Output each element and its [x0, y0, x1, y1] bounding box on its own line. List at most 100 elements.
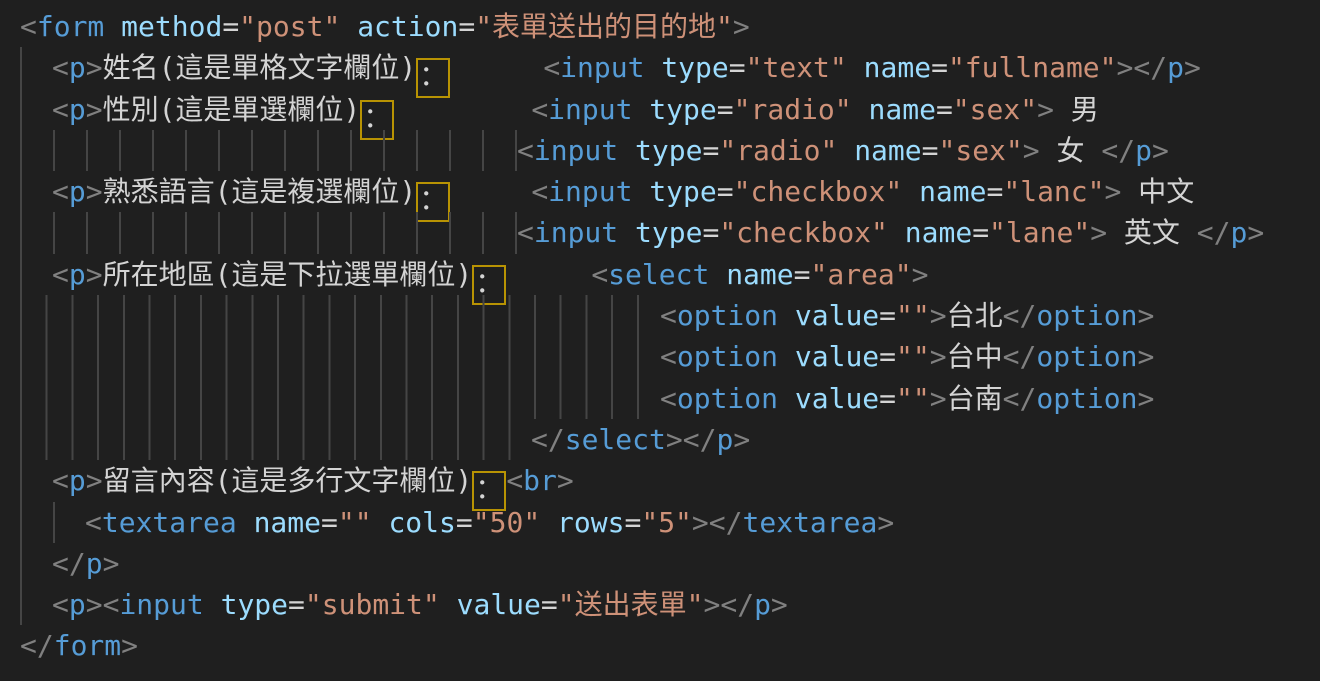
code-token-punct: > — [86, 175, 103, 208]
indent-guides — [20, 212, 517, 253]
code-token-text — [237, 506, 254, 539]
code-token-punct: > — [1138, 382, 1155, 415]
code-token-tag: input — [548, 175, 632, 208]
code-token-eq: = — [987, 175, 1004, 208]
code-token-punct: < — [660, 340, 677, 373]
code-token-punct: < — [506, 464, 523, 497]
code-token-punct: > — [1138, 299, 1155, 332]
code-token-eq: = — [702, 134, 719, 167]
code-token-eq: = — [222, 10, 239, 43]
code-token-punct: > — [1247, 216, 1264, 249]
code-token-punct: < — [52, 464, 69, 497]
code-token-punct: </ — [20, 629, 54, 662]
code-line: <p>留言內容(這是多行文字欄位)：<br> — [20, 460, 1320, 501]
code-token-tag: option — [677, 382, 778, 415]
code-token-tag: p — [1167, 51, 1184, 84]
code-token-str: "50" — [473, 506, 540, 539]
code-token-eq: = — [931, 51, 948, 84]
code-line: <p>姓名(這是單格文字欄位)：<input type="text" name=… — [20, 47, 1320, 88]
code-token-punct: </ — [1003, 340, 1037, 373]
code-token-text — [778, 299, 795, 332]
code-token-punct: > — [86, 93, 103, 126]
code-line: <option value="">台南</option> — [20, 378, 1320, 419]
code-token-tag: p — [716, 423, 733, 456]
code-token-str: "5" — [641, 506, 692, 539]
code-editor[interactable]: <form method="post" action="表單送出的目的地"><p… — [0, 0, 1320, 681]
code-token-punct: > — [771, 588, 788, 621]
code-token-punct: < — [52, 51, 69, 84]
code-token-punct: > — [703, 588, 720, 621]
code-token-attr: name — [905, 216, 972, 249]
code-token-tag: p — [86, 547, 103, 580]
code-token-punct: </ — [1003, 299, 1037, 332]
code-token-punct: < — [531, 175, 548, 208]
whitespace-gap — [394, 89, 531, 90]
code-token-attr: type — [635, 134, 702, 167]
code-token-text: 台南 — [947, 382, 1003, 415]
code-token-tag: input — [119, 588, 203, 621]
code-token-punct: > — [86, 588, 103, 621]
code-token-str: "text" — [746, 51, 847, 84]
code-token-punct: </ — [52, 547, 86, 580]
code-token-punct: < — [52, 588, 69, 621]
indent-guides — [20, 89, 52, 130]
code-token-text: 姓名(這是單格文字欄位) — [103, 51, 417, 84]
code-token-text — [888, 216, 905, 249]
code-token-str: "表單送出的目的地" — [475, 10, 733, 43]
code-token-text: 台中 — [947, 340, 1003, 373]
code-token-str: "checkbox" — [719, 216, 888, 249]
code-line: </form> — [20, 625, 1320, 666]
indent-guides — [20, 378, 660, 419]
code-token-eq: = — [879, 299, 896, 332]
code-token-punct: < — [531, 93, 548, 126]
code-token-punct: > — [733, 10, 750, 43]
code-token-text: 英文 — [1107, 216, 1197, 249]
indent-guides — [20, 47, 52, 88]
code-token-punct: </ — [531, 423, 565, 456]
code-token-str: "radio" — [734, 93, 852, 126]
code-token-punct: > — [1138, 340, 1155, 373]
code-token-text: 熟悉語言(這是複選欄位) — [103, 175, 417, 208]
code-token-punct: > — [1184, 51, 1201, 84]
indent-guides — [20, 295, 660, 336]
indent-guides — [20, 502, 85, 543]
code-token-attr: value — [795, 340, 879, 373]
code-token-attr: action — [357, 10, 458, 43]
code-token-eq: = — [972, 216, 989, 249]
code-token-attr: value — [795, 299, 879, 332]
code-token-attr: rows — [557, 506, 624, 539]
code-token-text — [540, 506, 557, 539]
code-token-text — [340, 10, 357, 43]
code-token-punct: </ — [683, 423, 717, 456]
code-token-text — [902, 175, 919, 208]
code-token-punct: </ — [1133, 51, 1167, 84]
code-token-text: 留言內容(這是多行文字欄位) — [103, 464, 473, 497]
code-token-str: "lanc" — [1003, 175, 1104, 208]
code-token-eq: = — [288, 588, 305, 621]
code-token-attr: name — [919, 175, 986, 208]
code-token-punct: < — [85, 506, 102, 539]
whitespace-gap — [506, 254, 591, 255]
code-line: <form method="post" action="表單送出的目的地"> — [20, 6, 1320, 47]
code-token-eq: = — [922, 134, 939, 167]
code-token-attr: name — [869, 93, 936, 126]
code-token-punct: < — [52, 258, 69, 291]
code-token-attr: cols — [388, 506, 455, 539]
code-line: <p><input type="submit" value="送出表單"></p… — [20, 584, 1320, 625]
code-token-text: 性別(這是單選欄位) — [103, 93, 361, 126]
code-token-attr: name — [854, 134, 921, 167]
indent-guides — [20, 336, 660, 377]
code-token-attr: method — [121, 10, 222, 43]
code-token-tag: form — [54, 629, 121, 662]
indent-guides — [20, 171, 52, 212]
code-token-punct: > — [86, 258, 103, 291]
code-token-text: 所在地區(這是下拉選單欄位) — [103, 258, 473, 291]
whitespace-gap — [450, 47, 543, 48]
code-line: <input type="checkbox" name="lane"> 英文 <… — [20, 212, 1320, 253]
code-line: <textarea name="" cols="50" rows="5"></t… — [20, 502, 1320, 543]
code-token-str: "" — [896, 299, 930, 332]
code-token-punct: > — [877, 506, 894, 539]
code-token-punct: </ — [1101, 134, 1135, 167]
code-token-punct: </ — [720, 588, 754, 621]
code-token-attr: type — [661, 51, 728, 84]
